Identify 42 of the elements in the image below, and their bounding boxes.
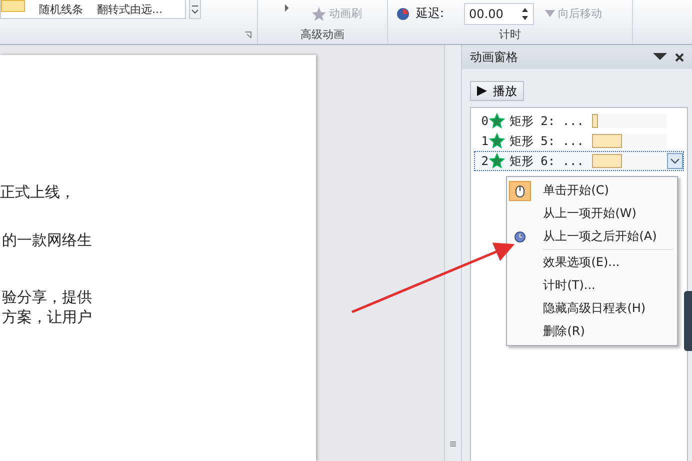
play-icon <box>477 86 488 96</box>
slide-text: 方案，让用户 <box>1 307 93 327</box>
menu-item[interactable]: 从上一项开始(W) <box>507 202 678 225</box>
gallery-item[interactable]: 随机线条 <box>39 2 83 16</box>
clock-icon <box>514 230 526 242</box>
grip-icon <box>450 441 456 447</box>
group-label: 高级动画 <box>300 27 346 42</box>
panel-edge <box>684 291 692 351</box>
menu-item[interactable]: 计时(T)... <box>507 274 678 297</box>
animation-item[interactable]: 0 矩形 2: ... <box>474 111 684 131</box>
dropdown-icon <box>653 53 667 61</box>
caret-icon <box>284 4 289 12</box>
star-icon <box>488 113 506 129</box>
menu-item[interactable]: 从上一项之后开始(A) <box>507 225 678 248</box>
menu-item[interactable]: 隐藏高级日程表(H) <box>507 297 678 320</box>
gallery-scroll-button[interactable] <box>189 0 201 19</box>
menu-item[interactable]: 删除(R) <box>507 320 678 343</box>
animation-item[interactable]: 1 矩形 5: ... <box>474 131 684 151</box>
play-button[interactable]: 播放 <box>470 81 524 101</box>
mouse-icon <box>513 184 528 198</box>
clock-icon <box>396 6 410 20</box>
dropdown-button[interactable] <box>667 153 683 169</box>
menu-item[interactable]: 单击开始(C) <box>507 179 678 202</box>
slide-text: 验分享，提供 <box>1 287 93 307</box>
menu-item[interactable]: 效果选项(E)... <box>507 251 678 274</box>
slide-text: 正式上线， <box>0 182 76 202</box>
group-label: 计时 <box>498 27 522 42</box>
star-icon <box>311 6 327 22</box>
dialog-launcher-icon <box>244 31 252 39</box>
gallery-item[interactable]: 翻转式由远... <box>97 2 162 16</box>
chevron-down-icon <box>670 158 680 164</box>
triangle-icon <box>544 8 556 20</box>
gallery-swatch[interactable] <box>1 0 25 12</box>
pane-title: 动画窗格 <box>470 48 520 66</box>
star-icon <box>488 133 506 149</box>
more-icon <box>191 4 199 14</box>
spinner-arrows-icon <box>521 6 530 20</box>
close-icon <box>675 52 684 62</box>
star-icon <box>488 153 506 169</box>
delay-label: 延迟: <box>416 5 444 22</box>
animation-item[interactable]: 2 矩形 6: ... <box>474 151 684 171</box>
slide-text: 的一款网络生 <box>1 230 93 250</box>
